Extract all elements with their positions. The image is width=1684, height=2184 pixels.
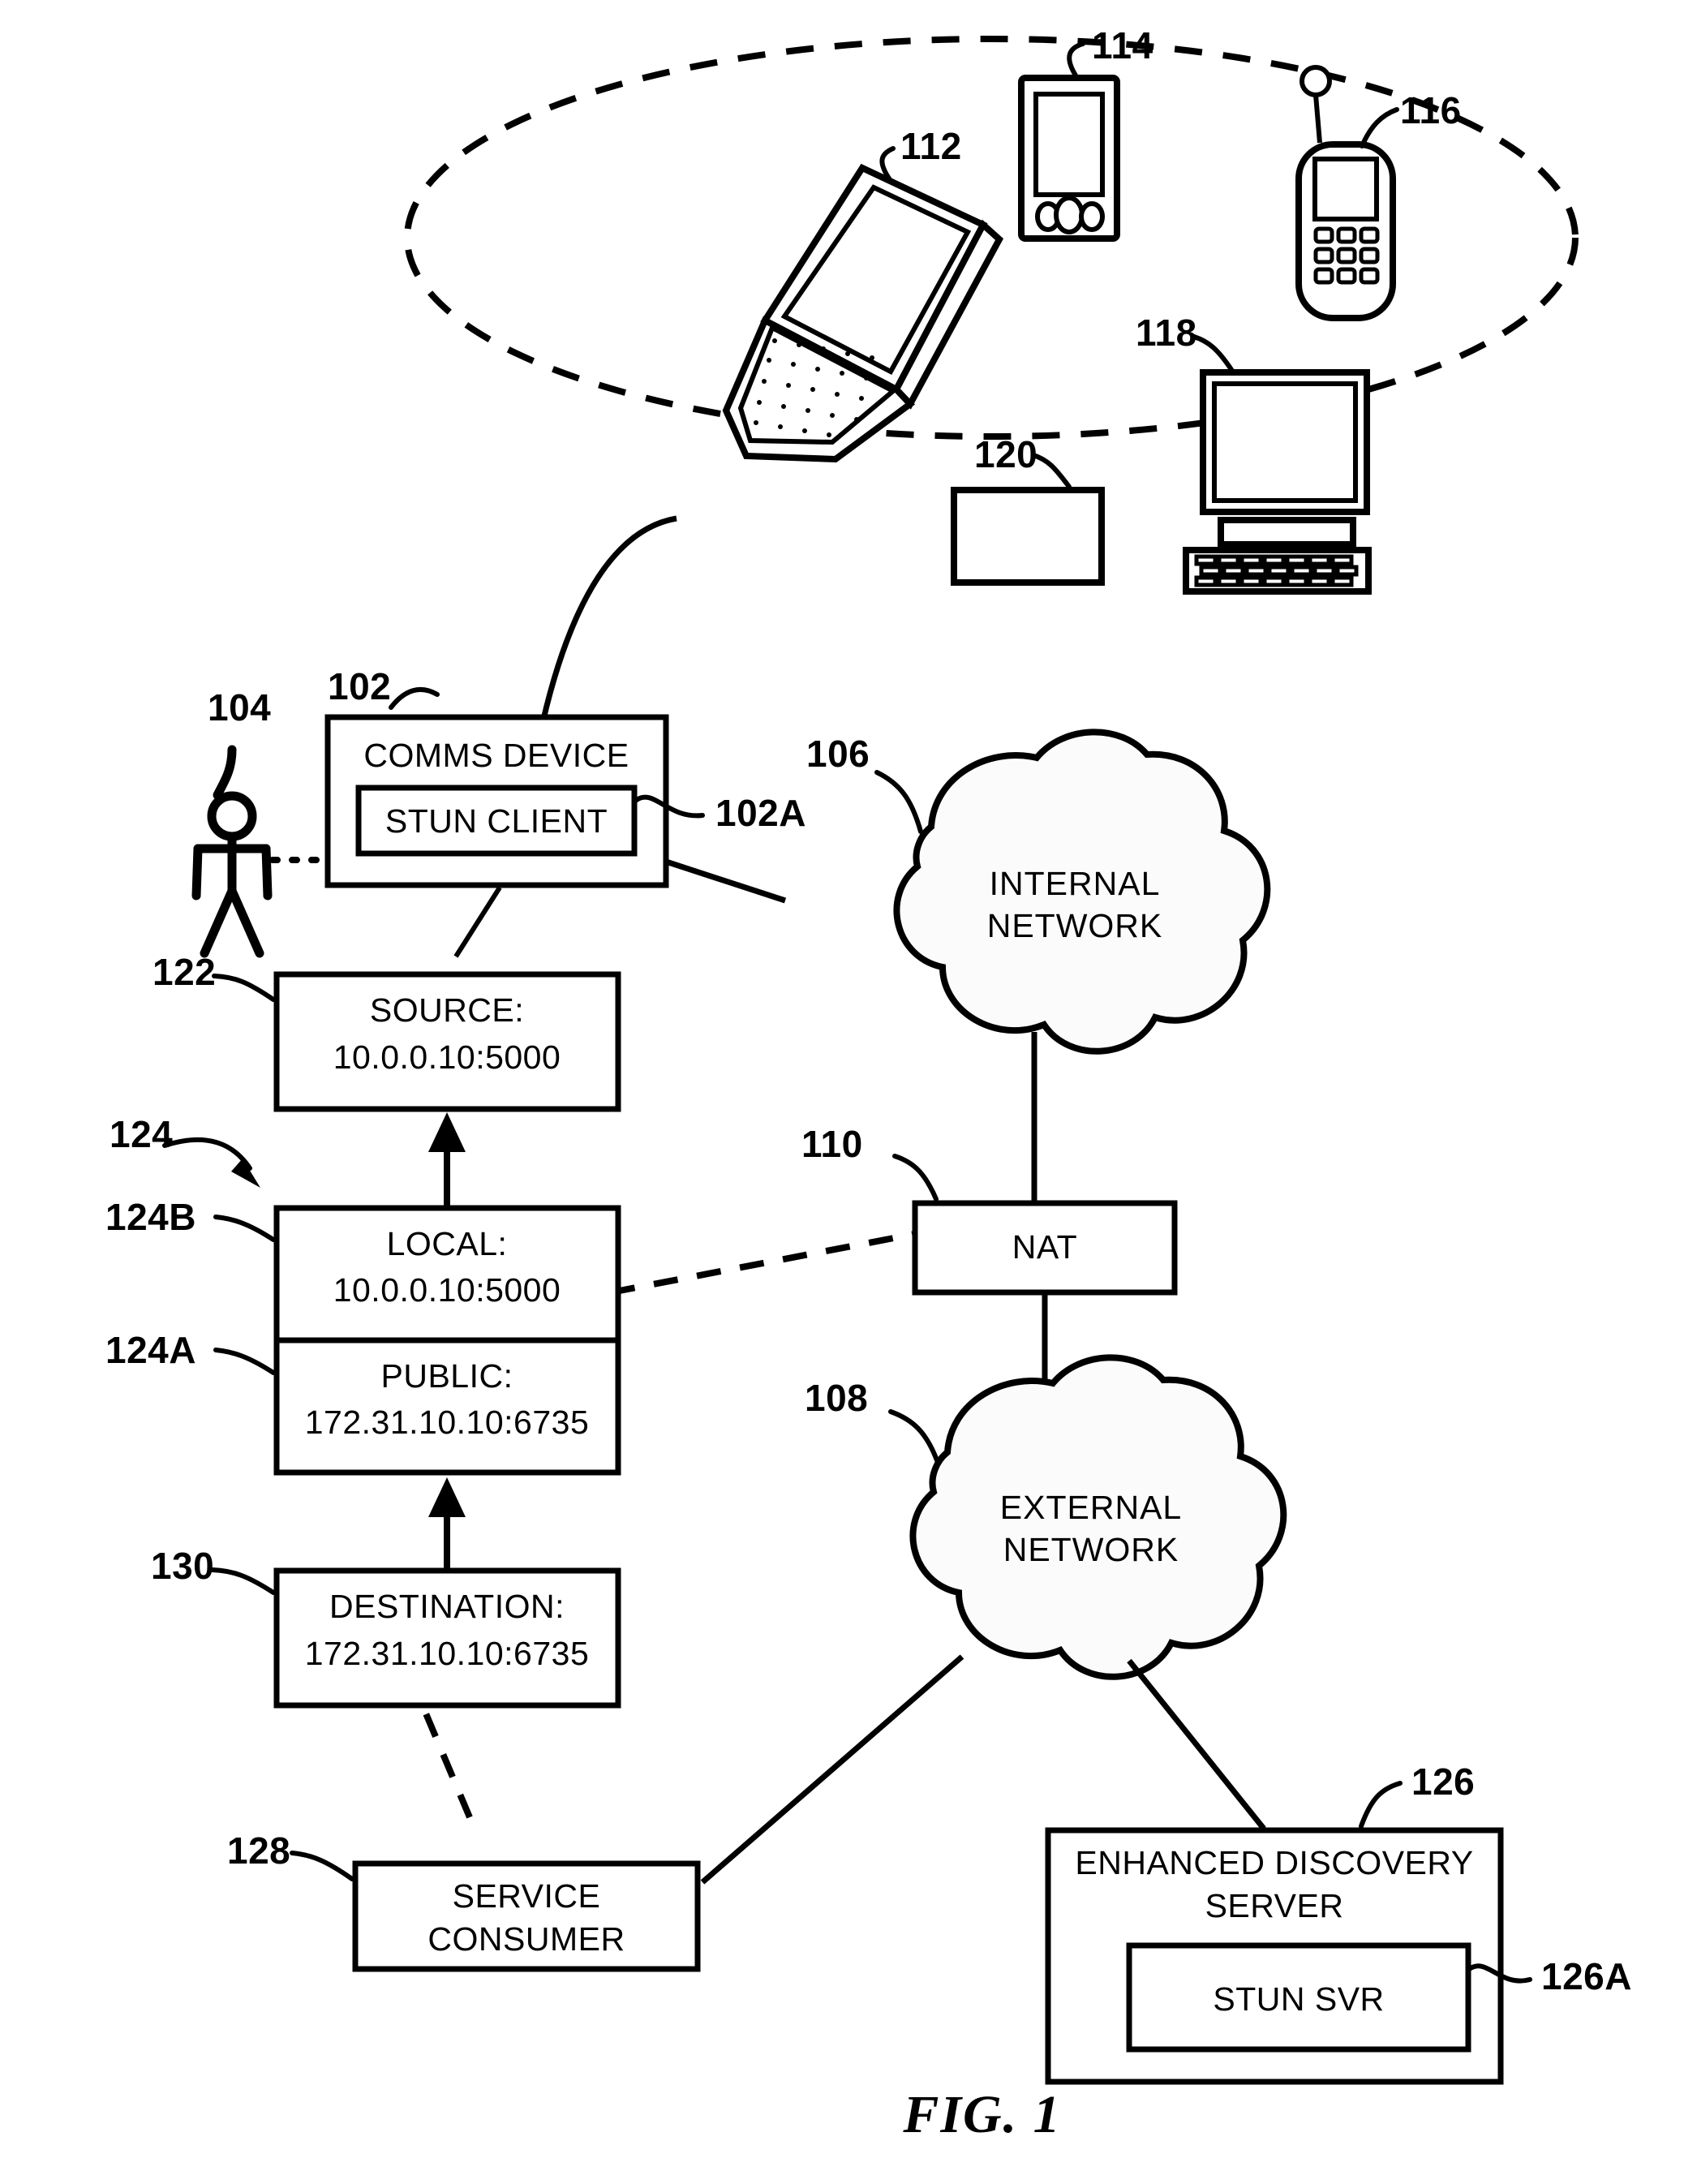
public-label-line2: 172.31.10.10:6735 (305, 1404, 590, 1441)
source-packet-box: SOURCE: 10.0.0.10:5000 (273, 971, 621, 1112)
connector-comms-to-source (453, 886, 502, 958)
connector-consumer-to-destination (420, 1706, 473, 1819)
external-network-label-line1: EXTERNAL (1000, 1489, 1182, 1526)
local-label-line2: 10.0.0.10:5000 (333, 1271, 561, 1309)
service-consumer-line1: SERVICE (453, 1877, 601, 1915)
desktop-computer-icon: 118 (1136, 312, 1372, 595)
arrow-local-to-source (428, 1112, 466, 1208)
source-label-line1: SOURCE: (370, 991, 524, 1029)
comms-device-node: COMMS DEVICE STUN CLIENT (324, 714, 669, 888)
source-label-line2: 10.0.0.10:5000 (333, 1038, 561, 1076)
ref-110: 110 (801, 1123, 863, 1165)
ref-130: 130 (151, 1545, 214, 1587)
ref-106: 106 (806, 733, 870, 775)
stun-svr-label: STUN SVR (1213, 1980, 1384, 2018)
stun-client-label: STUN CLIENT (385, 802, 608, 840)
connector-external-to-consumer (700, 1654, 964, 1885)
ref-104: 104 (208, 686, 271, 729)
ref-122: 122 (153, 951, 216, 993)
ref-124B: 124B (105, 1196, 196, 1238)
user-avatar (191, 745, 273, 958)
local-label-line1: LOCAL: (387, 1225, 508, 1262)
external-network-label-line2: NETWORK (1003, 1531, 1179, 1568)
ref-116: 116 (1400, 89, 1462, 131)
ref-128: 128 (227, 1829, 290, 1872)
figure-caption: FIG. 1 (902, 2085, 1061, 2144)
destination-packet-box: DESTINATION: 172.31.10.10:6735 (273, 1567, 621, 1709)
ref-102: 102 (328, 665, 391, 707)
patent-figure-1: 112 114 116 118 120 104 COMMS DEVICE STU… (0, 0, 1684, 2184)
blank-device-box: 120 (951, 433, 1105, 586)
ref-124A: 124A (105, 1329, 196, 1371)
internal-network-cloud: INTERNAL NETWORK (893, 729, 1271, 1055)
ref-124-leader (162, 1137, 260, 1188)
internal-network-label-line2: NETWORK (987, 907, 1163, 944)
discovery-server-line2: SERVER (1205, 1887, 1344, 1924)
destination-label-line1: DESTINATION: (329, 1588, 565, 1625)
address-pair-box: LOCAL: 10.0.0.10:5000 PUBLIC: 172.31.10.… (273, 1205, 621, 1476)
laptop-icon: 112 (722, 125, 1004, 463)
nat-node: NAT (912, 1200, 1178, 1296)
public-label-line1: PUBLIC: (381, 1357, 513, 1395)
service-consumer-node: SERVICE CONSUMER (352, 1860, 701, 1972)
ref-118: 118 (1136, 312, 1197, 354)
connector-external-to-server (1127, 1658, 1266, 1831)
ref-114: 114 (1092, 24, 1153, 67)
internal-network-label-line1: INTERNAL (990, 865, 1161, 902)
pda-icon: 114 (1018, 24, 1153, 242)
external-network-cloud: EXTERNAL NETWORK (909, 1354, 1287, 1680)
connector-comms-to-internal (664, 858, 787, 904)
ref-126: 126 (1411, 1761, 1475, 1803)
nat-label: NAT (1012, 1228, 1077, 1266)
ref-102A: 102A (715, 792, 806, 834)
ref-112: 112 (900, 125, 962, 167)
ref-124: 124 (110, 1113, 173, 1155)
ref-120: 120 (974, 433, 1037, 475)
connector-local-to-nat (610, 1231, 916, 1296)
ref-108: 108 (805, 1377, 868, 1419)
arrow-destination-to-public (428, 1477, 466, 1571)
comms-device-label: COMMS DEVICE (363, 737, 629, 774)
service-consumer-line2: CONSUMER (427, 1920, 625, 1958)
ref-126A: 126A (1541, 1955, 1632, 1997)
mobile-phone-icon: 116 (1295, 65, 1462, 321)
destination-label-line2: 172.31.10.10:6735 (305, 1635, 590, 1672)
discovery-server-node: ENHANCED DISCOVERY SERVER STUN SVR (1045, 1827, 1504, 2085)
discovery-server-line1: ENHANCED DISCOVERY (1075, 1844, 1473, 1881)
